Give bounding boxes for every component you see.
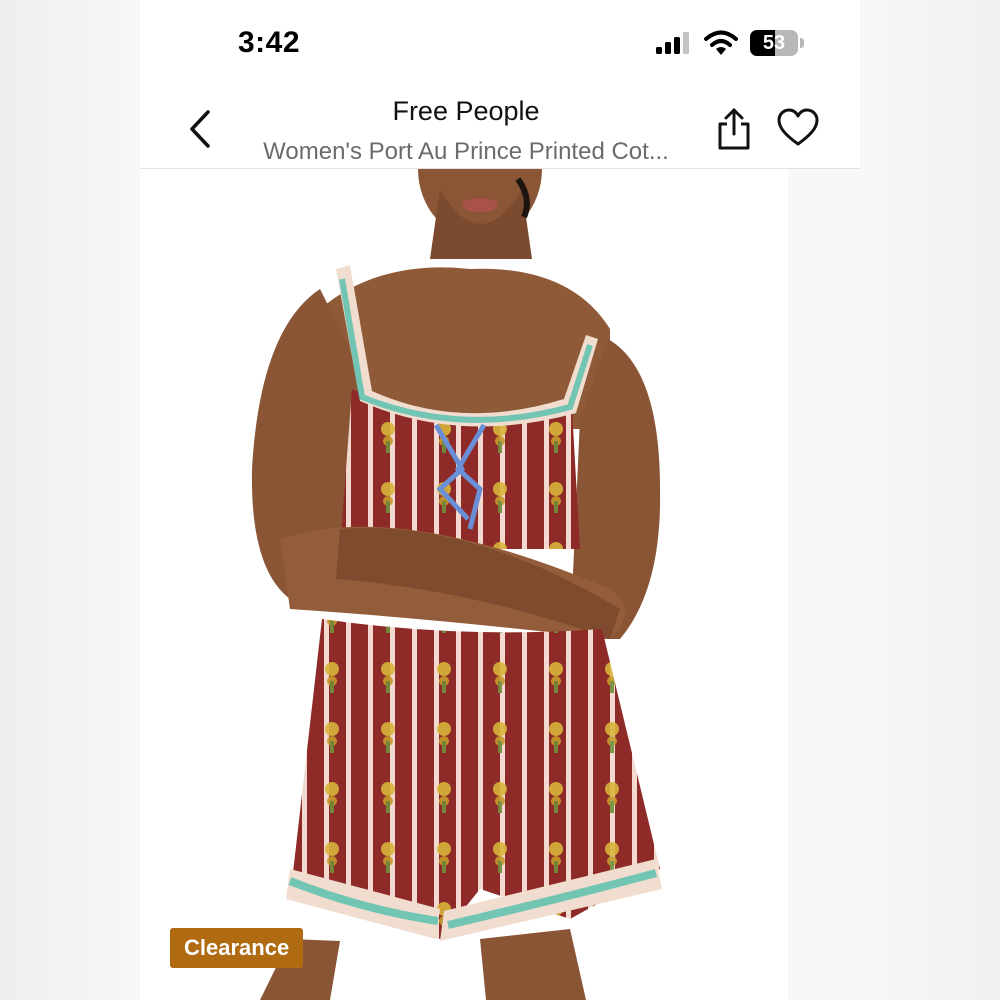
- next-image-peek[interactable]: [788, 169, 860, 1000]
- heart-icon[interactable]: [776, 108, 820, 148]
- brand-title: Free People: [392, 96, 540, 126]
- wifi-icon: [704, 30, 738, 55]
- blurred-background-left: [0, 0, 140, 1000]
- battery-level: 53: [762, 32, 786, 54]
- cellular-signal-icon: [656, 32, 689, 54]
- product-title: Women's Port Au Prince Printed Cot...: [263, 138, 669, 165]
- phone-screen: 3:42 53 Free People Women's Port Au Prin…: [140, 0, 860, 1000]
- battery-icon: 53: [750, 30, 798, 56]
- clearance-badge: Clearance: [170, 928, 304, 968]
- share-icon[interactable]: [714, 106, 754, 152]
- product-image[interactable]: [140, 169, 776, 1000]
- status-time: 3:42: [238, 26, 301, 59]
- blurred-background-right: [860, 0, 1000, 1000]
- back-button[interactable]: [184, 108, 218, 150]
- battery-tip: [800, 38, 804, 48]
